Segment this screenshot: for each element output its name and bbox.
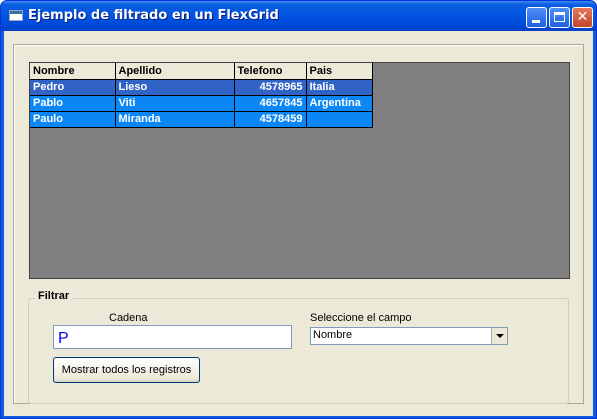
chevron-down-icon[interactable] <box>491 328 507 344</box>
form-client-area: Nombre Apellido Telefono Pais Pedro Lies… <box>4 31 593 416</box>
cell-pais[interactable] <box>306 111 373 128</box>
column-header-nombre[interactable]: Nombre <box>30 63 116 80</box>
maximize-icon <box>554 12 565 22</box>
app-window: Ejemplo de filtrado en un FlexGrid ✕ Nom… <box>0 0 597 419</box>
campo-select[interactable]: Nombre <box>310 327 508 345</box>
cell-pais[interactable]: Italia <box>306 79 373 96</box>
cell-telefono[interactable]: 4578965 <box>234 79 307 96</box>
title-bar[interactable]: Ejemplo de filtrado en un FlexGrid ✕ <box>1 1 596 31</box>
cell-nombre[interactable]: Pablo <box>30 95 116 112</box>
filter-group-label: Filtrar <box>35 290 73 302</box>
column-header-apellido[interactable]: Apellido <box>115 63 235 80</box>
campo-selected-value: Nombre <box>313 329 353 341</box>
minimize-icon <box>532 20 540 23</box>
table-row[interactable]: Pablo Viti 4657845 Argentina <box>30 95 373 112</box>
cell-telefono[interactable]: 4657845 <box>234 95 307 112</box>
cell-apellido[interactable]: Lieso <box>115 79 235 96</box>
cell-pais[interactable]: Argentina <box>306 95 373 112</box>
cell-telefono[interactable]: 4578459 <box>234 111 307 128</box>
show-all-button[interactable]: Mostrar todos los registros <box>53 357 200 383</box>
grid-table: Nombre Apellido Telefono Pais Pedro Lies… <box>30 63 373 128</box>
cadena-input[interactable] <box>53 325 292 349</box>
close-button[interactable]: ✕ <box>572 7 593 28</box>
cell-apellido[interactable]: Miranda <box>115 111 235 128</box>
flexgrid[interactable]: Nombre Apellido Telefono Pais Pedro Lies… <box>29 62 570 279</box>
maximize-button[interactable] <box>549 7 570 28</box>
table-row[interactable]: Pedro Lieso 4578965 Italia <box>30 79 373 96</box>
column-header-telefono[interactable]: Telefono <box>234 63 307 80</box>
grid-header-row: Nombre Apellido Telefono Pais <box>30 63 373 80</box>
cell-apellido[interactable]: Viti <box>115 95 235 112</box>
app-window-icon <box>9 10 23 21</box>
window-title: Ejemplo de filtrado en un FlexGrid <box>28 8 279 23</box>
cell-nombre[interactable]: Paulo <box>30 111 116 128</box>
cadena-label: Cadena <box>109 312 148 324</box>
campo-label: Seleccione el campo <box>310 312 412 324</box>
minimize-button[interactable] <box>526 7 547 28</box>
cell-nombre[interactable]: Pedro <box>30 79 116 96</box>
close-icon: ✕ <box>576 9 589 25</box>
column-header-pais[interactable]: Pais <box>306 63 373 80</box>
table-row[interactable]: Paulo Miranda 4578459 <box>30 111 373 128</box>
